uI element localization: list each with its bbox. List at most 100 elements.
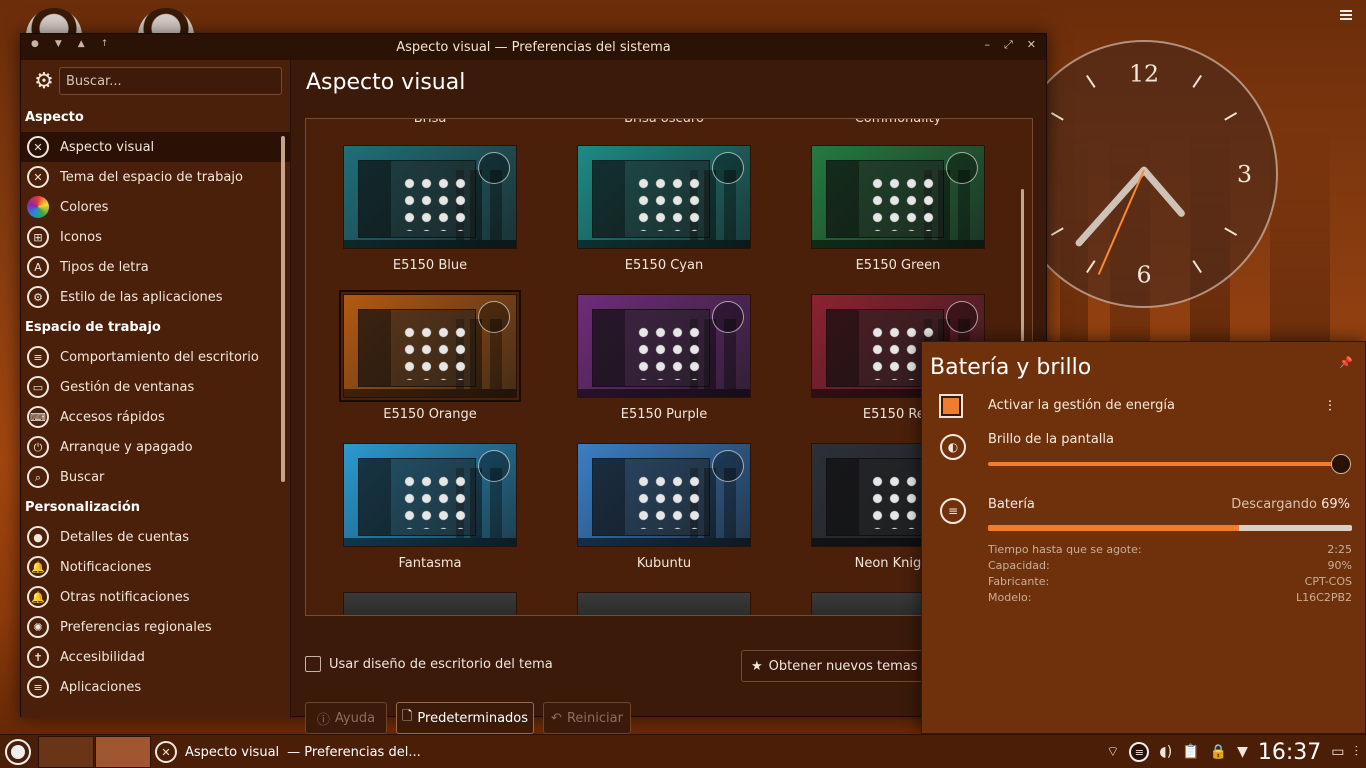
colors-icon xyxy=(27,196,49,218)
battery-status: Descargando 69% xyxy=(1231,497,1350,512)
sidebar-item-label: Aspecto visual xyxy=(60,139,155,155)
theme-card[interactable]: E5150 Blue xyxy=(340,145,520,273)
battery-level-bar xyxy=(988,525,1352,531)
undo-icon: ↶ xyxy=(551,710,562,726)
sidebar-item[interactable]: ✺ Preferencias regionales xyxy=(21,612,290,642)
detail-label: Capacidad: xyxy=(988,559,1050,572)
detail-value: CPT-COS xyxy=(1304,575,1352,588)
minimize-icon[interactable]: – xyxy=(984,38,990,52)
pager-desktop-2[interactable] xyxy=(95,736,151,768)
use-desktop-layout-checkbox[interactable]: Usar diseño de escritorio del tema xyxy=(305,656,553,672)
keep-below-icon[interactable]: ▼ xyxy=(55,39,62,49)
sidebar-nav: Aspecto ✕ Aspecto visual ✕ Tema del espacio … xyxy=(21,102,290,702)
theme-preview[interactable] xyxy=(811,145,985,249)
brightness-slider-handle[interactable] xyxy=(1331,454,1351,474)
theme-card[interactable]: E5150 Green xyxy=(808,145,988,273)
pager-desktop-1[interactable] xyxy=(38,736,94,768)
window-menu-icon[interactable]: ● xyxy=(31,39,39,49)
sidebar-item[interactable]: 🔔 Otras notificaciones xyxy=(21,582,290,612)
global-theme-icon: ✕ xyxy=(27,136,49,158)
maximize-icon[interactable]: ⤢ xyxy=(1004,38,1013,52)
theme-preview[interactable] xyxy=(343,145,517,249)
sidebar-item[interactable]: ✕ Tema del espacio de trabajo xyxy=(21,162,290,192)
theme-preview[interactable] xyxy=(339,290,521,402)
sidebar-category-heading: Personalización xyxy=(25,500,141,515)
icons-icon: ⊞ xyxy=(27,226,49,248)
pin-icon[interactable]: 📌 xyxy=(1339,356,1353,369)
theme-card[interactable]: E5150 Purple xyxy=(574,294,754,422)
theme-preview[interactable] xyxy=(577,294,751,398)
power-management-checkbox[interactable] xyxy=(939,394,963,418)
volume-icon[interactable]: ◖) xyxy=(1159,744,1172,760)
theme-name: E5150 Green xyxy=(855,258,941,273)
settings-sliders-icon[interactable]: ⫶ xyxy=(1328,397,1332,415)
battery-status-text: Descargando xyxy=(1231,497,1317,512)
sidebar-item[interactable]: ▭ Gestión de ventanas xyxy=(21,372,290,402)
gear-icon[interactable]: ⚙ xyxy=(29,69,59,94)
battery-tray-icon[interactable]: ≡ xyxy=(1129,742,1150,762)
sidebar-item[interactable]: ✕ Aspecto visual xyxy=(21,132,290,162)
clock-number-6: 6 xyxy=(1136,260,1151,288)
theme-card[interactable]: Kubuntu xyxy=(574,443,754,571)
sidebar-category-heading: Espacio de trabajo xyxy=(25,320,161,335)
search-input[interactable] xyxy=(59,67,282,95)
theme-grid-scrollbar[interactable] xyxy=(1021,189,1024,349)
sidebar-item[interactable]: 🔔 Notificaciones xyxy=(21,552,290,582)
task-system-settings[interactable]: ✕ Aspecto visual — Preferencias del... xyxy=(155,737,421,767)
sidebar-item[interactable]: ⊞ Iconos xyxy=(21,222,290,252)
theme-name: E5150 Purple xyxy=(620,407,708,422)
pin-window-icon[interactable]: ↑ xyxy=(101,39,109,49)
brightness-slider-track[interactable] xyxy=(988,462,1342,466)
sidebar-item[interactable]: ● Detalles de cuentas xyxy=(21,522,290,552)
theme-preview[interactable] xyxy=(343,443,517,547)
get-new-themes-button[interactable]: ★ Obtener nuevos temas de xyxy=(741,650,941,682)
sidebar-item[interactable]: ≡ Comportamiento del escritorio xyxy=(21,342,290,372)
sidebar-item-label: Notificaciones xyxy=(60,559,152,575)
expand-tray-icon[interactable]: ▼ xyxy=(1237,744,1248,760)
sidebar-scrollbar[interactable] xyxy=(281,136,285,482)
show-desktop-icon[interactable]: ▭ xyxy=(1331,744,1344,760)
sidebar-item[interactable]: Colores xyxy=(21,192,290,222)
detail-value: L16C2PB2 xyxy=(1296,591,1352,604)
sidebar-item[interactable]: ⏻ Arranque y apagado xyxy=(21,432,290,462)
checkbox-box[interactable] xyxy=(305,656,321,672)
detail-label: Tiempo hasta que se agote: xyxy=(988,543,1142,556)
sidebar-item-label: Tema del espacio de trabajo xyxy=(60,169,243,185)
theme-preview-partial[interactable] xyxy=(577,592,751,615)
keep-above-icon[interactable]: ▲ xyxy=(78,39,85,49)
theme-card[interactable]: E5150 Orange xyxy=(339,290,521,422)
tray-settings-icon[interactable]: ⫶ xyxy=(1355,744,1359,760)
theme-preview[interactable] xyxy=(577,443,751,547)
lock-icon[interactable]: 🔒 xyxy=(1210,744,1227,760)
clipboard-icon[interactable]: 📋 xyxy=(1182,744,1199,760)
defaults-button[interactable]: 🗋 Predeterminados xyxy=(396,702,534,734)
network-icon[interactable]: ⌔ xyxy=(1106,743,1119,761)
sidebar-item[interactable]: ≡ Aplicaciones xyxy=(21,672,290,702)
sidebar-item-label: Buscar xyxy=(60,469,105,485)
settings-sidebar: ⚙ Aspecto ✕ Aspecto visual ✕ Tema del espaci… xyxy=(21,60,291,718)
desktop-menu-icon[interactable] xyxy=(1340,10,1352,20)
sidebar-item[interactable]: A Tipos de letra xyxy=(21,252,290,282)
sidebar-item[interactable]: ⌨ Accesos rápidos xyxy=(21,402,290,432)
reset-button[interactable]: ↶ Reiniciar xyxy=(543,702,631,734)
theme-preview-partial[interactable] xyxy=(343,592,517,615)
theme-label-commonality: Commonality xyxy=(854,118,942,126)
close-icon[interactable]: ✕ xyxy=(1027,38,1036,52)
help-button[interactable]: ⓘ Ayuda xyxy=(305,702,387,734)
sidebar-item-label: Comportamiento del escritorio xyxy=(60,349,259,365)
sidebar-item-label: Accesos rápidos xyxy=(60,409,165,425)
application-launcher-icon[interactable] xyxy=(5,739,31,765)
popup-title: Batería y brillo xyxy=(930,355,1092,380)
clock-time[interactable]: 16:37 xyxy=(1258,740,1321,765)
sidebar-item[interactable]: ⌕ Buscar xyxy=(21,462,290,492)
theme-card[interactable]: E5150 Cyan xyxy=(574,145,754,273)
theme-preview[interactable] xyxy=(577,145,751,249)
window-titlebar[interactable]: ● ▼ ▲ ↑ Aspecto visual — Preferencias de… xyxy=(21,34,1046,60)
document-icon: 🗋 xyxy=(401,709,413,724)
sidebar-item[interactable]: ⚙ Estilo de las aplicaciones xyxy=(21,282,290,312)
get-new-themes-label: Obtener nuevos temas de xyxy=(768,658,938,674)
sidebar-item[interactable]: ✝ Accesibilidad xyxy=(21,642,290,672)
theme-card[interactable]: Fantasma xyxy=(340,443,520,571)
app-style-icon: ⚙ xyxy=(27,286,49,308)
battery-detail-row: Tiempo hasta que se agote: 2:25 xyxy=(988,543,1352,556)
